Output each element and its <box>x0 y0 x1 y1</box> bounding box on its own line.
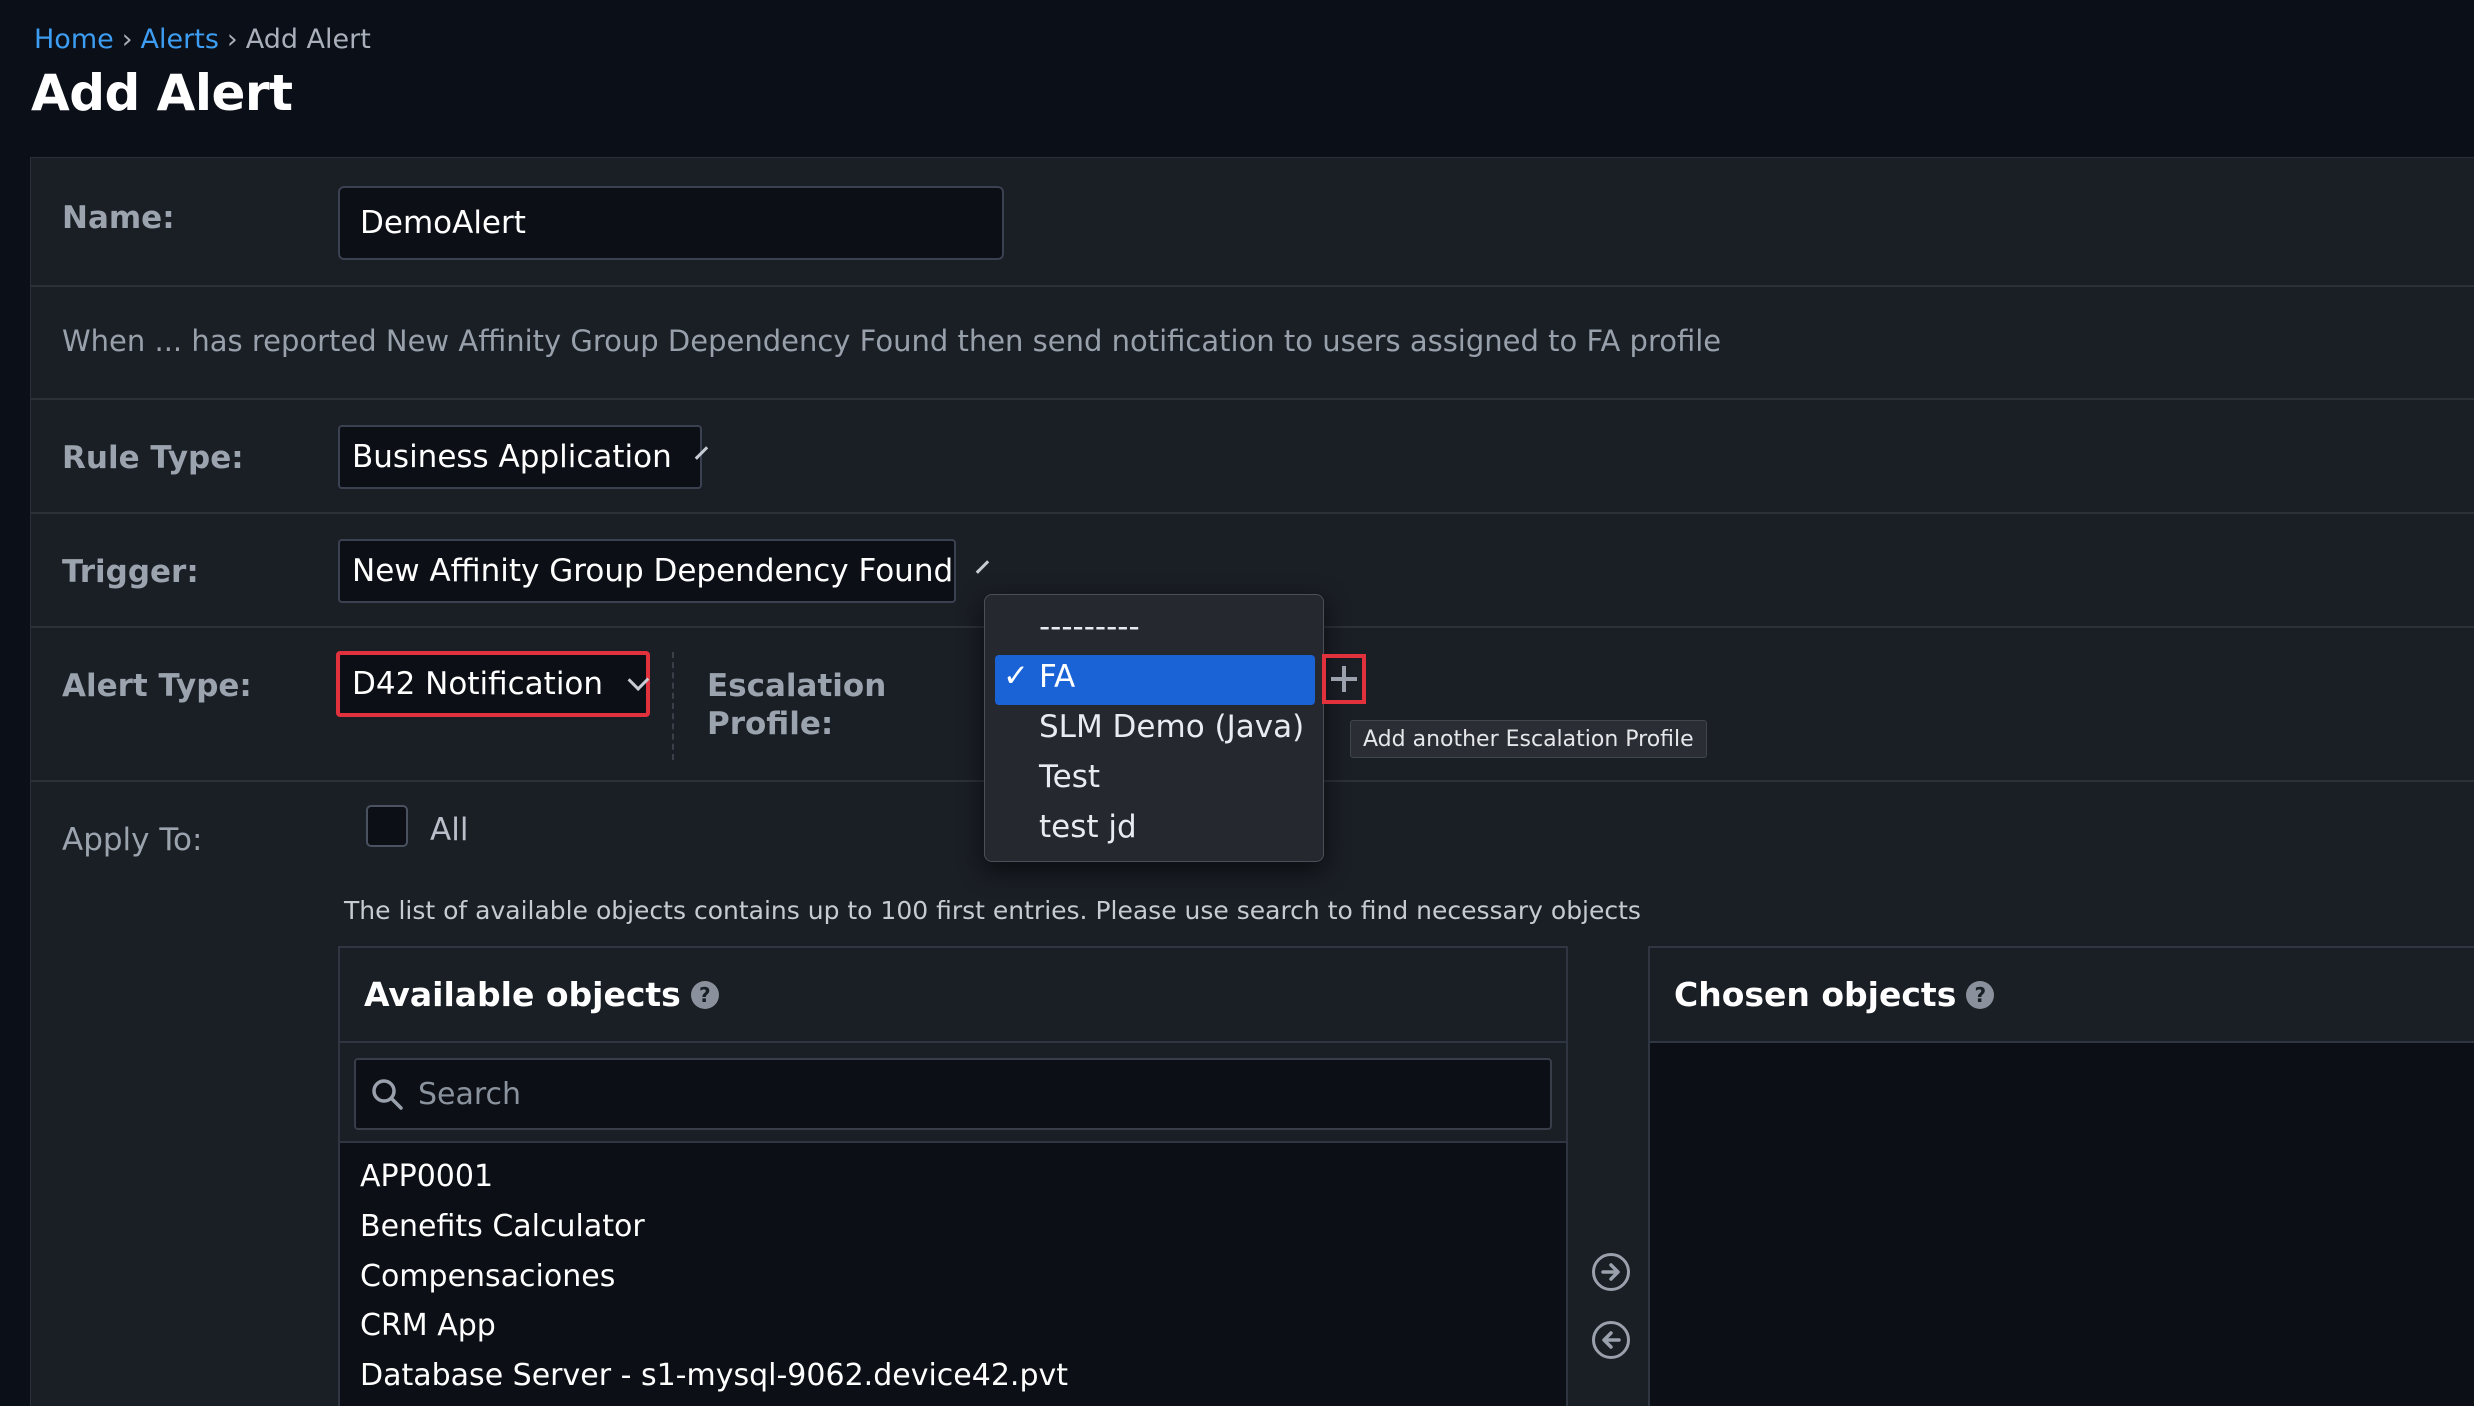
search-placeholder: Search <box>418 1076 522 1112</box>
list-item[interactable]: Database Server - s1-mysql-9062.device42… <box>360 1358 1068 1393</box>
name-label: Name: <box>62 200 175 236</box>
rule-type-select[interactable]: Business Application <box>338 425 708 489</box>
dropdown-option-empty[interactable]: --------- <box>1039 609 1140 645</box>
alert-type-label: Alert Type: <box>62 668 252 704</box>
row-divider <box>31 398 2474 400</box>
box-header-divider <box>340 1041 1566 1043</box>
search-input[interactable]: Search <box>354 1058 1552 1130</box>
breadcrumb-current: Add Alert <box>245 24 371 55</box>
available-objects-title: Available objects ? <box>364 975 719 1014</box>
alert-type-select[interactable]: D42 Notification <box>336 651 650 717</box>
objects-info-text: The list of available objects contains u… <box>344 896 1641 925</box>
arrow-right-circle-icon <box>1601 1263 1620 1281</box>
list-item[interactable]: APP0001 <box>360 1159 493 1194</box>
chosen-objects-title-text: Chosen objects <box>1674 975 1957 1014</box>
help-icon[interactable]: ? <box>690 980 719 1009</box>
chosen-objects-title: Chosen objects ? <box>1674 975 1995 1014</box>
breadcrumb-separator: › <box>121 24 133 55</box>
add-escalation-profile-button[interactable] <box>1322 654 1366 704</box>
breadcrumb: Home › Alerts › Add Alert <box>34 24 371 55</box>
escalation-profile-label-line1: Escalation <box>707 668 887 704</box>
apply-to-label: Apply To: <box>62 822 203 858</box>
all-checkbox[interactable] <box>366 805 408 847</box>
dropdown-option-fa[interactable]: FA <box>1039 659 1075 695</box>
trigger-value: New Affinity Group Dependency Found <box>352 553 954 589</box>
list-item[interactable]: Compensaciones <box>360 1259 615 1294</box>
row-divider <box>31 285 2474 287</box>
available-objects-list[interactable]: APP0001 Benefits Calculator Compensacion… <box>340 1143 1566 1406</box>
list-item[interactable]: CRM App <box>360 1308 496 1343</box>
move-right-button[interactable] <box>1592 1253 1630 1291</box>
alert-description: When ... has reported New Affinity Group… <box>62 324 1722 358</box>
help-icon[interactable]: ? <box>1966 980 1995 1009</box>
arrow-left-circle-icon <box>1602 1331 1621 1349</box>
checkmark-icon: ✓ <box>1003 658 1029 694</box>
column-separator <box>672 652 674 760</box>
escalation-profile-dropdown[interactable]: --------- ✓ FA SLM Demo (Java) Test test… <box>984 594 1324 862</box>
chevron-down-icon <box>627 669 650 691</box>
trigger-label: Trigger: <box>62 554 199 590</box>
add-profile-tooltip: Add another Escalation Profile <box>1350 720 1707 758</box>
breadcrumb-alerts-link[interactable]: Alerts <box>141 24 219 55</box>
move-left-button[interactable] <box>1592 1321 1630 1359</box>
breadcrumb-separator: › <box>226 24 238 55</box>
all-checkbox-label[interactable]: All <box>430 812 468 848</box>
page-title: Add Alert <box>31 64 293 122</box>
rule-type-value: Business Application <box>352 439 672 475</box>
row-divider <box>31 512 2474 514</box>
plus-icon <box>1331 666 1357 692</box>
dropdown-option-test[interactable]: Test <box>1039 759 1100 795</box>
search-icon <box>372 1079 403 1110</box>
name-input[interactable]: DemoAlert <box>338 186 1004 260</box>
trigger-select[interactable]: New Affinity Group Dependency Found <box>338 539 990 603</box>
alert-type-value: D42 Notification <box>352 666 604 702</box>
chosen-objects-list[interactable] <box>1650 1043 2474 1406</box>
rule-type-label: Rule Type: <box>62 440 244 476</box>
available-objects-title-text: Available objects <box>364 975 681 1014</box>
escalation-profile-label-line2: Profile: <box>707 706 834 742</box>
dropdown-option-slm-demo[interactable]: SLM Demo (Java) <box>1039 709 1304 745</box>
list-item[interactable]: Benefits Calculator <box>360 1209 645 1244</box>
dropdown-option-test-jd[interactable]: test jd <box>1039 809 1137 845</box>
breadcrumb-home-link[interactable]: Home <box>34 24 114 55</box>
